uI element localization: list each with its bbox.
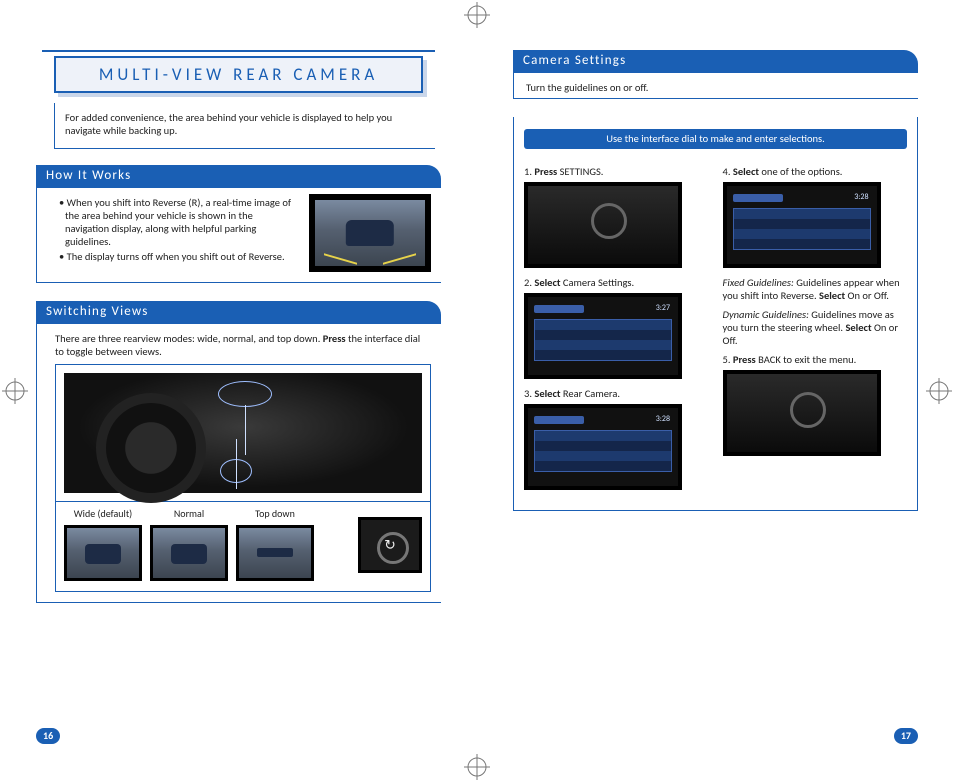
note-bold: Select bbox=[819, 289, 845, 302]
note-label: Dynamic Guidelines: bbox=[723, 308, 809, 321]
steps-column-left: 1. Press SETTINGS. 2. Select Camera Sett… bbox=[524, 159, 709, 498]
view-mode-topdown: Top down bbox=[236, 508, 314, 581]
step-rest: Camera Settings. bbox=[561, 276, 635, 289]
step-rest: Rear Camera. bbox=[561, 387, 621, 400]
step-3-text: 3. Select Rear Camera. bbox=[524, 387, 709, 400]
camera-settings-subtitle: Turn the guidelines on or off. bbox=[526, 81, 908, 94]
step-2-image: 3:27 bbox=[524, 293, 682, 379]
page-left: MULTI-VIEW REAR CAMERA For added conveni… bbox=[0, 0, 477, 782]
step-num: 4. bbox=[723, 165, 731, 178]
camera-settings-steps-frame: Use the interface dial to make and enter… bbox=[513, 117, 918, 511]
note-text: On or Off. bbox=[845, 289, 889, 302]
text-bold: Press bbox=[323, 332, 346, 345]
clock-label: 3:28 bbox=[656, 414, 670, 424]
step-num: 5. bbox=[723, 353, 731, 366]
page-right: Camera Settings Turn the guidelines on o… bbox=[477, 0, 954, 782]
rotate-arrow-icon: ↻ bbox=[384, 536, 396, 554]
step-5-image bbox=[723, 370, 881, 456]
section-body-switching-views: There are three rearview modes: wide, no… bbox=[36, 324, 441, 603]
how-bullet: When you shift into Reverse (R), a real-… bbox=[59, 196, 299, 249]
step-4-text: 4. Select one of the options. bbox=[723, 165, 908, 178]
step-bold: Select bbox=[534, 387, 560, 400]
step-5-text: 5. Press BACK to exit the menu. bbox=[723, 353, 908, 366]
page-number-left: 16 bbox=[36, 728, 60, 745]
dynamic-guidelines-note: Dynamic Guidelines: Guidelines move as y… bbox=[723, 308, 908, 347]
step-rest: one of the options. bbox=[759, 165, 842, 178]
steps-grid: 1. Press SETTINGS. 2. Select Camera Sett… bbox=[524, 159, 907, 498]
view-mode-label: Wide (default) bbox=[64, 508, 142, 521]
section-body-camera-settings: Turn the guidelines on or off. bbox=[513, 73, 918, 99]
switching-views-intro: There are three rearview modes: wide, no… bbox=[55, 332, 431, 358]
text: There are three rearview modes: wide, no… bbox=[55, 332, 323, 345]
view-modes-strip: Wide (default) Normal Top down ↻ bbox=[55, 502, 431, 592]
step-3-image: 3:28 bbox=[524, 404, 682, 490]
callout-circle-icon bbox=[218, 381, 272, 407]
step-1-image bbox=[524, 182, 682, 268]
page-number-right: 17 bbox=[894, 728, 918, 745]
step-bold: Press bbox=[534, 165, 557, 178]
view-mode-label: Normal bbox=[150, 508, 228, 521]
chapter-intro: For added convenience, the area behind y… bbox=[54, 103, 435, 148]
rear-camera-preview-image bbox=[309, 194, 431, 272]
fixed-guidelines-note: Fixed Guidelines: Guidelines appear when… bbox=[723, 276, 908, 302]
note-label: Fixed Guidelines: bbox=[723, 276, 794, 289]
clock-label: 3:28 bbox=[854, 192, 868, 202]
clock-label: 3:27 bbox=[656, 303, 670, 313]
view-mode-label: Top down bbox=[236, 508, 314, 521]
note-bold: Select bbox=[845, 321, 871, 334]
dashboard-image bbox=[64, 373, 422, 493]
chapter-title: MULTI-VIEW REAR CAMERA bbox=[54, 56, 423, 93]
step-1-text: 1. Press SETTINGS. bbox=[524, 165, 709, 178]
view-mode-normal: Normal bbox=[150, 508, 228, 581]
step-num: 3. bbox=[524, 387, 532, 400]
interface-dial-thumb: ↻ bbox=[358, 517, 422, 573]
step-bold: Select bbox=[733, 165, 759, 178]
step-4-image: 3:28 bbox=[723, 182, 881, 268]
section-header-how-it-works: How It Works bbox=[36, 165, 441, 188]
instruction-bar: Use the interface dial to make and enter… bbox=[524, 129, 907, 148]
view-mode-wide: Wide (default) bbox=[64, 508, 142, 581]
step-rest: BACK to exit the menu. bbox=[756, 353, 857, 366]
dashboard-image-frame bbox=[55, 364, 431, 502]
step-bold: Press bbox=[733, 353, 756, 366]
step-num: 2. bbox=[524, 276, 532, 289]
steps-column-right: 4. Select one of the options. 3:28 Fixed… bbox=[723, 159, 908, 498]
how-bullet: The display turns off when you shift out… bbox=[59, 250, 299, 263]
step-num: 1. bbox=[524, 165, 532, 178]
document-spread: MULTI-VIEW REAR CAMERA For added conveni… bbox=[0, 0, 954, 782]
section-header-switching-views: Switching Views bbox=[36, 301, 441, 324]
section-body-how-it-works: When you shift into Reverse (R), a real-… bbox=[36, 188, 441, 283]
chapter-header: MULTI-VIEW REAR CAMERA bbox=[36, 50, 441, 93]
section-header-camera-settings: Camera Settings bbox=[513, 50, 918, 73]
step-rest: SETTINGS. bbox=[557, 165, 603, 178]
step-bold: Select bbox=[534, 276, 560, 289]
steering-wheel-icon bbox=[96, 393, 206, 503]
step-2-text: 2. Select Camera Settings. bbox=[524, 276, 709, 289]
